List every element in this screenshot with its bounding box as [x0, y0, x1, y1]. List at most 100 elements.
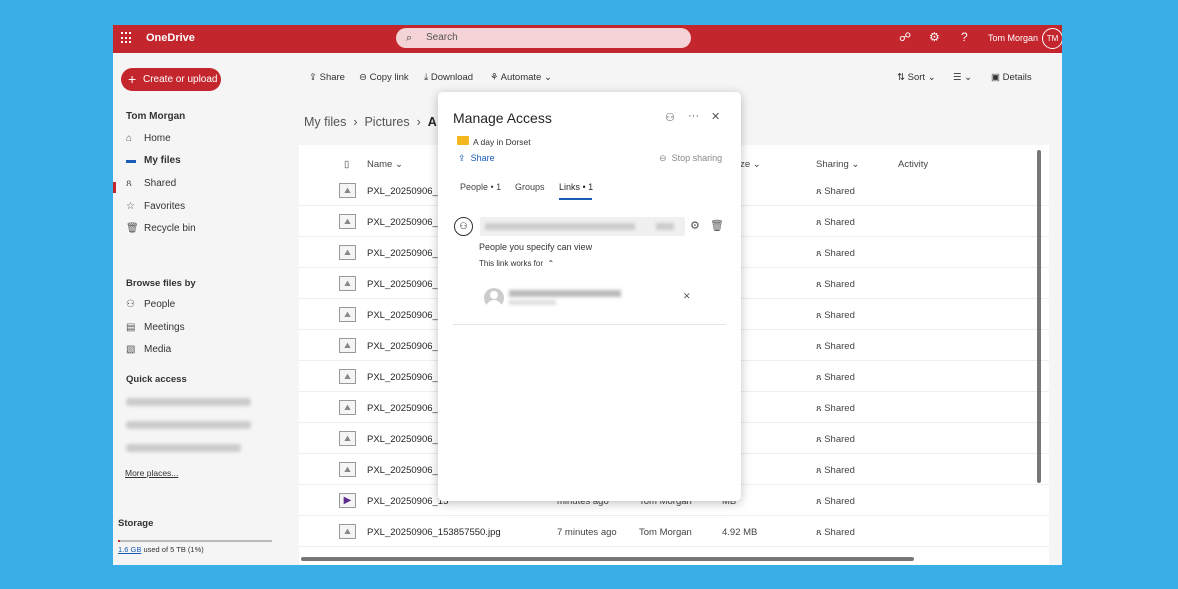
star-icon: ☆ [126, 201, 135, 212]
tab-links[interactable]: Links • 1 [559, 182, 593, 192]
sidebar-item-label: Meetings [144, 322, 185, 333]
download-label: Download [430, 72, 474, 83]
sidebar-item-people[interactable]: ⚇ People [126, 296, 276, 314]
share-command[interactable]: ⇪ Share [309, 72, 345, 83]
vertical-scrollbar[interactable] [1037, 150, 1041, 483]
sidebar-item-label: Media [144, 344, 172, 355]
file-name[interactable]: PXL_20250906_14 [367, 341, 448, 352]
search-input[interactable]: ⌕ Search [396, 28, 691, 48]
sort-icon: ⇅ [897, 72, 905, 83]
file-name[interactable]: PXL_20250906_13 [367, 279, 448, 290]
quick-access-item[interactable] [126, 398, 251, 406]
tab-groups[interactable]: Groups [515, 182, 545, 192]
close-icon[interactable]: ✕ [711, 110, 720, 123]
file-name[interactable]: PXL_20250906_13 [367, 186, 448, 197]
sort-command[interactable]: ⇅ Sort ⌄ [897, 72, 936, 83]
people-icon: ጸ [816, 527, 825, 538]
file-name[interactable]: PXL_20250906_13 [367, 217, 448, 228]
sidebar-item-label: My files [144, 155, 181, 166]
create-label: Create or upload [143, 74, 218, 85]
link-url-redacted [485, 223, 635, 230]
file-name[interactable]: PXL_20250906_15 [367, 403, 448, 414]
file-name[interactable]: PXL_20250906_15 [367, 434, 448, 445]
help-icon[interactable]: ? [961, 30, 968, 44]
add-person-icon[interactable]: ⚇ [665, 111, 675, 124]
top-bar: OneDrive ⌕ Search ☍ ⚙ ? Tom Morgan TM [113, 25, 1062, 53]
folder-icon [457, 136, 469, 145]
people-icon: ጸ [816, 341, 825, 352]
details-command[interactable]: ▣ Details [991, 72, 1032, 83]
col-sharing-label: Sharing [816, 159, 849, 170]
tab-people[interactable]: People • 1 [460, 182, 501, 192]
create-upload-button[interactable]: + Create or upload [121, 68, 221, 91]
more-places-link[interactable]: More places... [125, 468, 178, 478]
quick-access-item[interactable] [126, 421, 251, 429]
storage-text: 1.6 GB used of 5 TB (1%) [118, 545, 204, 554]
automate-command[interactable]: ⚘ Automate ⌄ [490, 72, 552, 83]
gear-icon[interactable]: ⚙ [929, 30, 940, 44]
file-name[interactable]: PXL_20250906_15 [367, 465, 448, 476]
download-command[interactable]: ⤓ Download [424, 72, 473, 83]
breadcrumb-separator: › [349, 115, 365, 129]
brand-name[interactable]: OneDrive [146, 32, 195, 44]
user-name[interactable]: Tom Morgan [988, 33, 1038, 43]
sidebar-item-home[interactable]: ⌂ Home [126, 130, 276, 148]
breadcrumb-my-files[interactable]: My files [304, 115, 346, 129]
link-url-field[interactable] [480, 217, 685, 236]
copy-button-redacted[interactable] [656, 223, 674, 230]
remove-person-icon[interactable]: ✕ [683, 291, 691, 302]
sidebar-item-favorites[interactable]: ☆ Favorites [126, 198, 276, 216]
file-name[interactable]: PXL_20250906_14 [367, 372, 448, 383]
video-file-icon: ▶ [339, 493, 356, 508]
people-icon: ጸ [816, 434, 825, 445]
sidebar-item-meetings[interactable]: ▤ Meetings [126, 319, 276, 337]
manage-access-dialog: Manage Access ⚇ ··· ✕ A day in Dorset ⇪ … [438, 92, 741, 501]
quick-access-item[interactable] [126, 444, 241, 452]
table-row[interactable]: ⛰ PXL_20250906_153857550.jpg 7 minutes ago… [299, 516, 1049, 547]
file-name[interactable]: PXL_20250906_13 [367, 310, 448, 321]
trash-icon: 🗑 [126, 223, 139, 234]
file-modified-by: Tom Morgan [639, 527, 692, 538]
nav-user: Tom Morgan [126, 111, 186, 122]
people-icon: ጸ [816, 217, 825, 228]
breadcrumb-pictures[interactable]: Pictures [364, 115, 409, 129]
sidebar-item-my-files[interactable]: ▬ My files [126, 152, 276, 170]
sidebar-item-recycle-bin[interactable]: 🗑 Recycle bin [126, 220, 276, 238]
app-launcher-icon[interactable] [121, 32, 133, 44]
chevron-down-icon: ⌄ [543, 72, 552, 83]
trash-icon[interactable]: 🗑 [710, 219, 724, 232]
file-sharing-label: Shared [824, 217, 855, 228]
stop-sharing-button[interactable]: ⊖ Stop sharing [659, 153, 722, 164]
gear-icon[interactable]: ⚙ [690, 219, 700, 232]
dialog-share-label: Share [470, 153, 495, 163]
avatar[interactable]: TM [1042, 28, 1062, 49]
more-options-icon[interactable]: ··· [688, 110, 699, 122]
share-people-icon[interactable]: ☍ [899, 30, 911, 44]
col-sharing[interactable]: Sharing ⌄ [816, 159, 859, 170]
copy-link-command[interactable]: ⊖ Copy link [359, 72, 409, 83]
sidebar-item-media[interactable]: ▧ Media [126, 341, 276, 359]
file-name[interactable]: PXL_20250906_13 [367, 248, 448, 259]
col-name[interactable]: Name ⌄ [367, 159, 403, 170]
link-works-for-toggle[interactable]: This link works for ⌃ [479, 259, 554, 268]
people-icon: ጸ [816, 372, 825, 383]
people-icon: ጸ [816, 403, 825, 414]
sidebar-item-shared[interactable]: ጸ Shared [126, 175, 276, 193]
file-sharing: ጸ Shared [816, 248, 855, 259]
dialog-share-button[interactable]: ⇪ Share [458, 153, 495, 164]
storage-used-link[interactable]: 1.6 GB [118, 545, 141, 554]
file-sharing-label: Shared [824, 186, 855, 197]
stop-sharing-label: Stop sharing [671, 153, 723, 163]
horizontal-scrollbar[interactable] [301, 557, 914, 561]
col-size[interactable]: ize ⌄ [738, 159, 761, 170]
chevron-down-icon: ⌄ [927, 72, 936, 83]
search-icon: ⌕ [406, 32, 413, 44]
file-name[interactable]: PXL_20250906_15 [367, 496, 448, 507]
storage-rest: used of 5 TB (1%) [141, 545, 204, 554]
sidebar-item-label: Favorites [144, 201, 186, 212]
search-placeholder: Search [426, 32, 458, 43]
col-activity[interactable]: Activity [898, 159, 928, 170]
view-options-command[interactable]: ☰ ⌄ [953, 72, 972, 83]
file-name[interactable]: PXL_20250906_153857550.jpg [367, 527, 501, 538]
file-type-icon: ▯ [344, 159, 350, 170]
